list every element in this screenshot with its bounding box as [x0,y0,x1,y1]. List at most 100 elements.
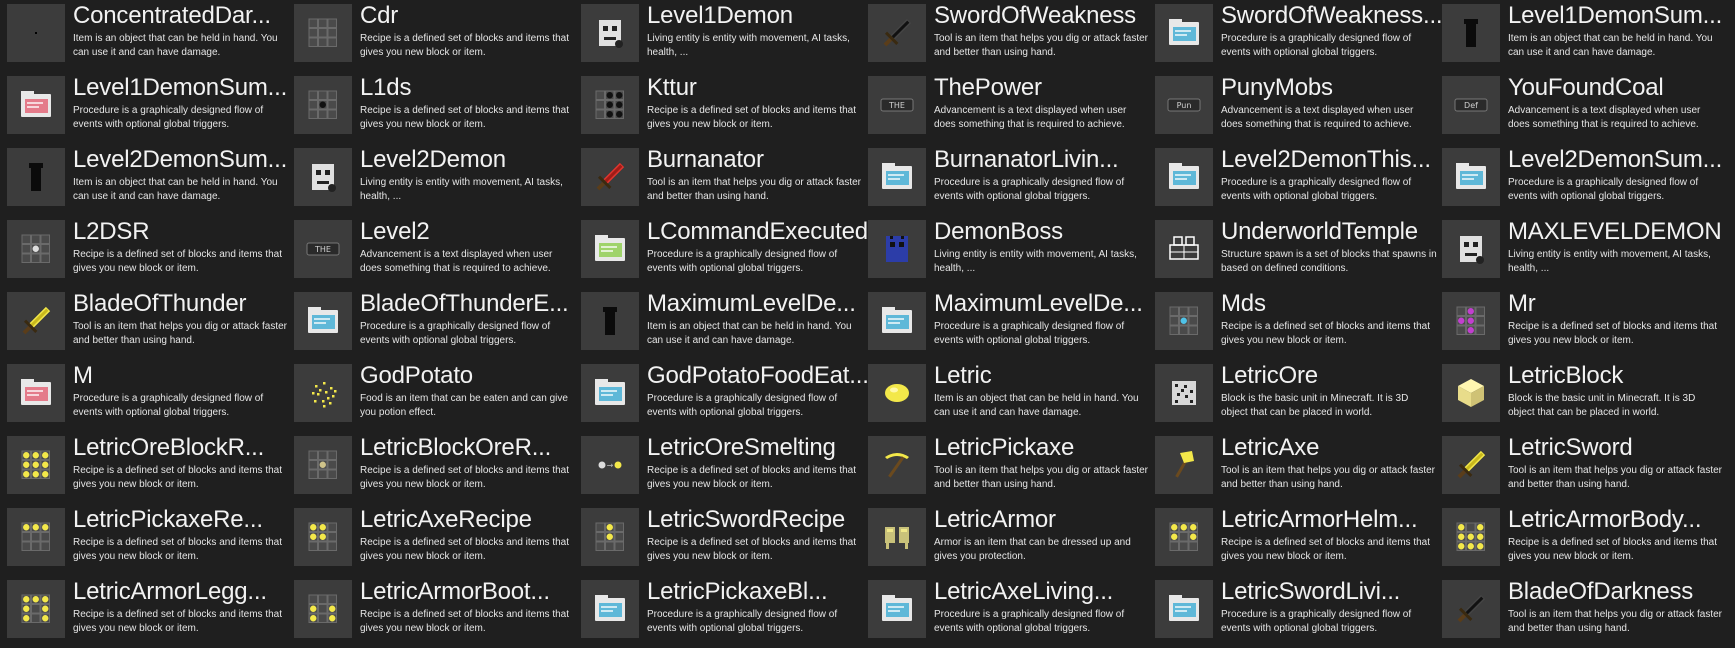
element-name: LetricOre [1221,362,1318,389]
element-tile[interactable]: LCommandExecuted Procedure is a graphical… [581,216,868,288]
element-tile[interactable]: GodPotatoFoodEat... Procedure is a graphi… [581,360,868,432]
element-description: Recipe is a defined set of blocks and it… [360,609,570,634]
element-tile[interactable]: LetricArmor Armor is an item that can be … [868,504,1155,576]
element-name: SwordOfWeakness... [1221,2,1441,29]
element-description: Procedure is a graphically designed flow… [1221,609,1412,634]
element-description: Advancement is a text displayed when use… [1508,105,1701,130]
element-tile[interactable]: Mds Recipe is a defined set of blocks and… [1155,288,1442,360]
element-tile[interactable]: LetricArmorHelm... Recipe is a defined se… [1155,504,1442,576]
element-description: Living entity is entity with movement, A… [647,33,850,58]
element-tile[interactable]: BladeOfDarkness Tool is an item that help… [1442,576,1729,648]
element-tile[interactable]: Level2DemonSum... Procedure is a graphica… [1442,144,1729,216]
element-name: UnderworldTemple [1221,218,1418,245]
element-description: Living entity is entity with movement, A… [1508,249,1711,274]
element-tile[interactable]: BurnanatorLivin... Procedure is a graphic… [868,144,1155,216]
procedure-folder-icon [581,580,639,638]
element-tile[interactable]: LetricOreBlockR... Recipe is a defined se… [7,432,294,504]
element-tile[interactable]: LetricArmorLegg... Recipe is a defined se… [7,576,294,648]
element-name: LetricBlock [1508,362,1624,389]
workspace-elements-grid: ConcentratedDar... Item is an object that… [0,0,1735,645]
element-tile[interactable]: LetricOre Block is the basic unit in Mine… [1155,360,1442,432]
procedure-folder-pink-icon [7,364,65,422]
element-tile[interactable]: LetricPickaxe Tool is an item that helps … [868,432,1155,504]
element-tile[interactable]: Level2DemonThis... Procedure is a graphic… [1155,144,1442,216]
procedure-folder-icon [1155,4,1213,62]
element-tile[interactable]: DemonBoss Living entity is entity with mo… [868,216,1155,288]
element-name: BladeOfDarkness [1508,578,1694,605]
element-tile[interactable]: LetricAxeRecipe Recipe is a defined set o… [294,504,581,576]
element-tile[interactable]: THE Level2 Advancement is a text displayed… [294,216,581,288]
element-name: Kttur [647,74,697,101]
element-tile[interactable]: M Procedure is a graphically designed flo… [7,360,294,432]
element-name: LetricAxeLiving... [934,578,1114,605]
recipe-grid-pickaxe-icon [7,508,65,566]
element-name: LetricArmorHelm... [1221,506,1418,533]
element-tile[interactable]: L2DSR Recipe is a defined set of blocks a… [7,216,294,288]
element-description: Item is an object that can be held in ha… [647,321,852,346]
element-tile[interactable]: BladeOfThunder Tool is an item that helps… [7,288,294,360]
element-tile[interactable]: Cdr Recipe is a defined set of blocks and… [294,0,581,72]
element-tile[interactable]: LetricSwordLivi... Procedure is a graphic… [1155,576,1442,648]
element-tile[interactable]: Level2Demon Living entity is entity with … [294,144,581,216]
element-tile[interactable]: MaximumLevelDe... Procedure is a graphica… [868,288,1155,360]
element-tile[interactable]: Kttur Recipe is a defined set of blocks a… [581,72,868,144]
element-tile[interactable]: UnderworldTemple Structure spawn is a set… [1155,216,1442,288]
element-name: Level1DemonSum... [73,74,288,101]
element-tile[interactable]: Letric Item is an object that can be held… [868,360,1155,432]
element-name: LetricPickaxeRe... [73,506,263,533]
element-name: LetricArmorBody... [1508,506,1702,533]
element-tile[interactable]: LetricAxe Tool is an item that helps you … [1155,432,1442,504]
element-tile[interactable]: ConcentratedDar... Item is an object that… [7,0,294,72]
element-tile[interactable]: LetricBlock Block is the basic unit in Mi… [1442,360,1729,432]
element-name: LetricOreBlockR... [73,434,265,461]
element-tile[interactable]: → LetricOreSmelting Recipe is a defined se… [581,432,868,504]
element-description: Advancement is a text displayed when use… [934,105,1127,130]
letric-gem-icon [868,364,926,422]
element-description: Item is an object that can be held in ha… [1508,33,1713,58]
recipe-grid-black-icon [581,76,639,134]
ore-block-icon [1155,364,1213,422]
element-tile[interactable]: Def YouFoundCoal Advancement is a text dis… [1442,72,1729,144]
element-tile[interactable]: SwordOfWeakness... Procedure is a graphic… [1155,0,1442,72]
element-tile[interactable]: Level2DemonSum... Item is an object that … [7,144,294,216]
black-pillar-icon [1442,4,1500,62]
procedure-folder-icon [581,364,639,422]
element-tile[interactable]: LetricBlockOreR... Recipe is a defined se… [294,432,581,504]
element-tile[interactable]: Level1DemonSum... Procedure is a graphica… [7,72,294,144]
element-name: Cdr [360,2,399,29]
element-tile[interactable]: GodPotato Food is an item that can be eat… [294,360,581,432]
element-tile[interactable]: Mr Recipe is a defined set of blocks and … [1442,288,1729,360]
element-tile[interactable]: LetricSwordRecipe Recipe is a defined set… [581,504,868,576]
element-tile[interactable]: LetricAxeLiving... Procedure is a graphic… [868,576,1155,648]
element-description: Recipe is a defined set of blocks and it… [1508,537,1718,562]
element-name: Mds [1221,290,1266,317]
element-tile[interactable]: L1ds Recipe is a defined set of blocks an… [294,72,581,144]
element-description: Recipe is a defined set of blocks and it… [1221,321,1431,346]
element-description: Recipe is a defined set of blocks and it… [360,465,570,490]
element-tile[interactable]: BladeOfThunderE... Procedure is a graphic… [294,288,581,360]
element-name: LetricSwordRecipe [647,506,846,533]
element-tile[interactable]: LetricPickaxeBl... Procedure is a graphic… [581,576,868,648]
element-tile[interactable]: Pun PunyMobs Advancement is a text display… [1155,72,1442,144]
element-tile[interactable]: LetricPickaxeRe... Recipe is a defined se… [7,504,294,576]
element-tile[interactable]: LetricSword Tool is an item that helps yo… [1442,432,1729,504]
element-name: Letric [934,362,992,389]
element-tile[interactable]: THE ThePower Advancement is a text display… [868,72,1155,144]
element-description: Item is an object that can be held in ha… [73,177,278,202]
element-description: Procedure is a graphically designed flow… [647,609,838,634]
armor-icon [868,508,926,566]
element-tile[interactable]: MaximumLevelDe... Item is an object that … [581,288,868,360]
element-description: Recipe is a defined set of blocks and it… [73,465,283,490]
recipe-grid-ore-icon [294,436,352,494]
element-tile[interactable]: LetricArmorBody... Recipe is a defined se… [1442,504,1729,576]
procedure-folder-icon [868,580,926,638]
element-tile[interactable]: LetricArmorBoot... Recipe is a defined se… [294,576,581,648]
element-tile[interactable]: SwordOfWeakness Tool is an item that help… [868,0,1155,72]
element-tile[interactable]: Level1Demon Living entity is entity with … [581,0,868,72]
black-pillar-icon [7,148,65,206]
red-sword-icon [581,148,639,206]
recipe-grid-dot-icon [294,76,352,134]
element-tile[interactable]: MAXLEVELDEMON Living entity is entity wit… [1442,216,1729,288]
element-tile[interactable]: Level1DemonSum... Item is an object that … [1442,0,1729,72]
element-tile[interactable]: Burnanator Tool is an item that helps you… [581,144,868,216]
